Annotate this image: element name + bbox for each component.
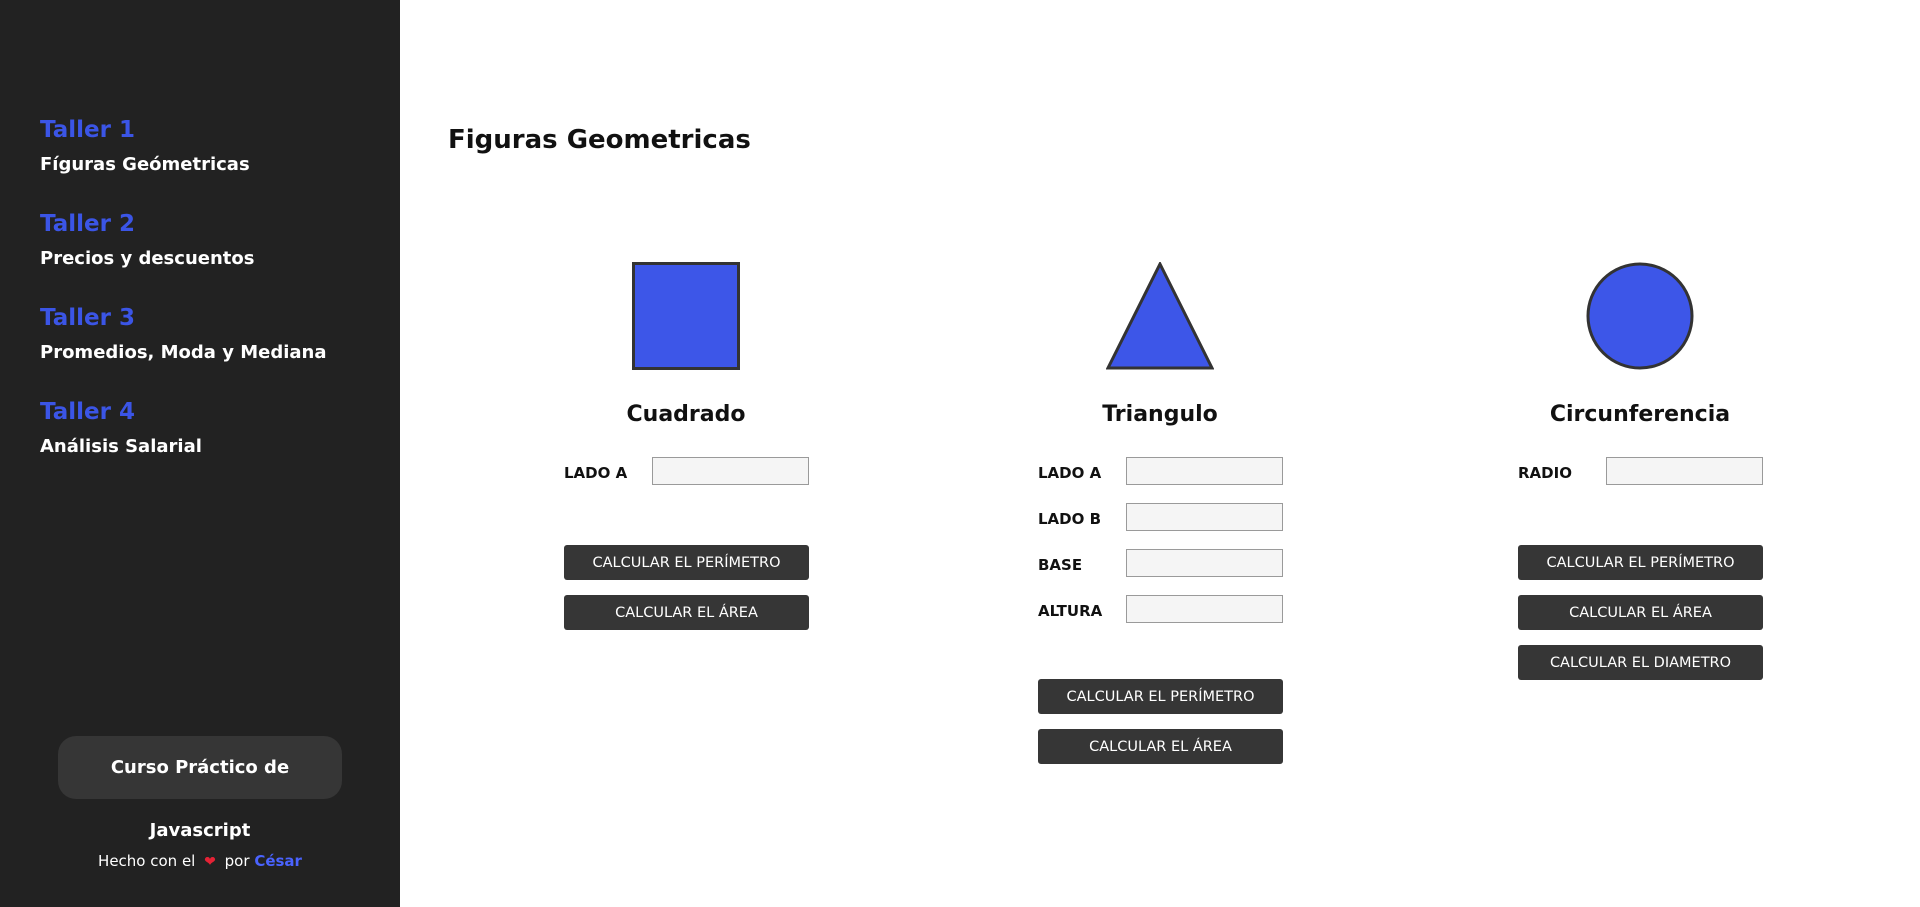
field-label: LADO A (1038, 464, 1102, 482)
triangle-icon (1106, 262, 1214, 370)
footer-prefix: Hecho con el (98, 852, 196, 870)
buttons: CALCULAR EL PERÍMETRO CALCULAR EL ÁREA C… (1510, 545, 1770, 680)
shape-title: Circunferencia (1549, 402, 1731, 427)
sidebar-item-taller-1[interactable]: Taller 1 Fíguras Geómetricas (40, 116, 327, 176)
buttons: CALCULAR EL PERÍMETRO CALCULAR EL ÁREA (556, 545, 816, 630)
square-icon (632, 262, 740, 370)
lado-a-input[interactable] (652, 457, 809, 485)
triangle-shape (1030, 262, 1290, 372)
footer-middle: por (224, 852, 250, 870)
shape-title: Triangulo (1102, 402, 1218, 427)
field-row: ALTURA (1030, 595, 1290, 641)
field-row: RADIO (1510, 457, 1770, 503)
base-input[interactable] (1126, 549, 1283, 577)
shape-title: Cuadrado (626, 402, 746, 427)
heart-icon: ❤ (204, 854, 216, 870)
sidebar: Taller 1 Fíguras Geómetricas Taller 2 Pr… (0, 0, 400, 907)
calcular-perimetro-button[interactable]: CALCULAR EL PERÍMETRO (1518, 545, 1763, 580)
circle-shape (1510, 262, 1770, 372)
field-label: BASE (1038, 556, 1083, 574)
sidebar-item-title: Taller 4 (40, 399, 135, 425)
buttons: CALCULAR EL PERÍMETRO CALCULAR EL ÁREA (1030, 679, 1290, 764)
page-title: Figuras Geometricas (448, 125, 751, 155)
field-label: LADO B (1038, 510, 1102, 528)
altura-input[interactable] (1126, 595, 1283, 623)
sidebar-item-taller-4[interactable]: Taller 4 Análisis Salarial (40, 398, 327, 458)
calcular-diametro-button[interactable]: CALCULAR EL DIAMETRO (1518, 645, 1763, 680)
calcular-perimetro-button[interactable]: CALCULAR EL PERÍMETRO (1038, 679, 1283, 714)
field-row: LADO A (556, 457, 816, 503)
course-button[interactable]: Curso Práctico de Javascript (58, 736, 342, 841)
field-row: BASE (1030, 549, 1290, 595)
field-label: RADIO (1518, 464, 1572, 482)
field-row: LADO B (1030, 503, 1290, 549)
fields: LADO A (556, 457, 816, 503)
calcular-area-button[interactable]: CALCULAR EL ÁREA (564, 595, 809, 630)
sidebar-item-label: Fíguras Geómetricas (40, 154, 250, 175)
lado-b-input[interactable] (1126, 503, 1283, 531)
footer: Hecho con el ❤ por César (0, 852, 400, 870)
card-cuadrado: Cuadrado LADO A CALCULAR EL PERÍMETRO CA… (556, 262, 816, 645)
fields: RADIO (1510, 457, 1770, 503)
author-link[interactable]: César (254, 852, 302, 870)
sidebar-item-title: Taller 2 (40, 211, 135, 237)
lado-a-input[interactable] (1126, 457, 1283, 485)
card-triangulo: Triangulo LADO A LADO B BASE ALTURA CALC… (1030, 262, 1290, 779)
card-circunferencia: Circunferencia RADIO CALCULAR EL PERÍMET… (1510, 262, 1770, 695)
calcular-area-button[interactable]: CALCULAR EL ÁREA (1038, 729, 1283, 764)
calcular-area-button[interactable]: CALCULAR EL ÁREA (1518, 595, 1763, 630)
sidebar-item-taller-2[interactable]: Taller 2 Precios y descuentos (40, 210, 327, 270)
sidebar-nav: Taller 1 Fíguras Geómetricas Taller 2 Pr… (40, 116, 327, 492)
circle-icon (1586, 262, 1694, 370)
field-label: LADO A (564, 464, 628, 482)
field-row: LADO A (1030, 457, 1290, 503)
radio-input[interactable] (1606, 457, 1763, 485)
sidebar-item-title: Taller 3 (40, 305, 135, 331)
sidebar-item-label: Precios y descuentos (40, 248, 255, 269)
sidebar-item-title: Taller 1 (40, 117, 135, 143)
square-shape (556, 262, 816, 372)
sidebar-item-label: Promedios, Moda y Mediana (40, 342, 327, 363)
calcular-perimetro-button[interactable]: CALCULAR EL PERÍMETRO (564, 545, 809, 580)
fields: LADO A LADO B BASE ALTURA (1030, 457, 1290, 641)
sidebar-item-taller-3[interactable]: Taller 3 Promedios, Moda y Mediana (40, 304, 327, 364)
field-label: ALTURA (1038, 602, 1103, 620)
sidebar-item-label: Análisis Salarial (40, 436, 202, 457)
